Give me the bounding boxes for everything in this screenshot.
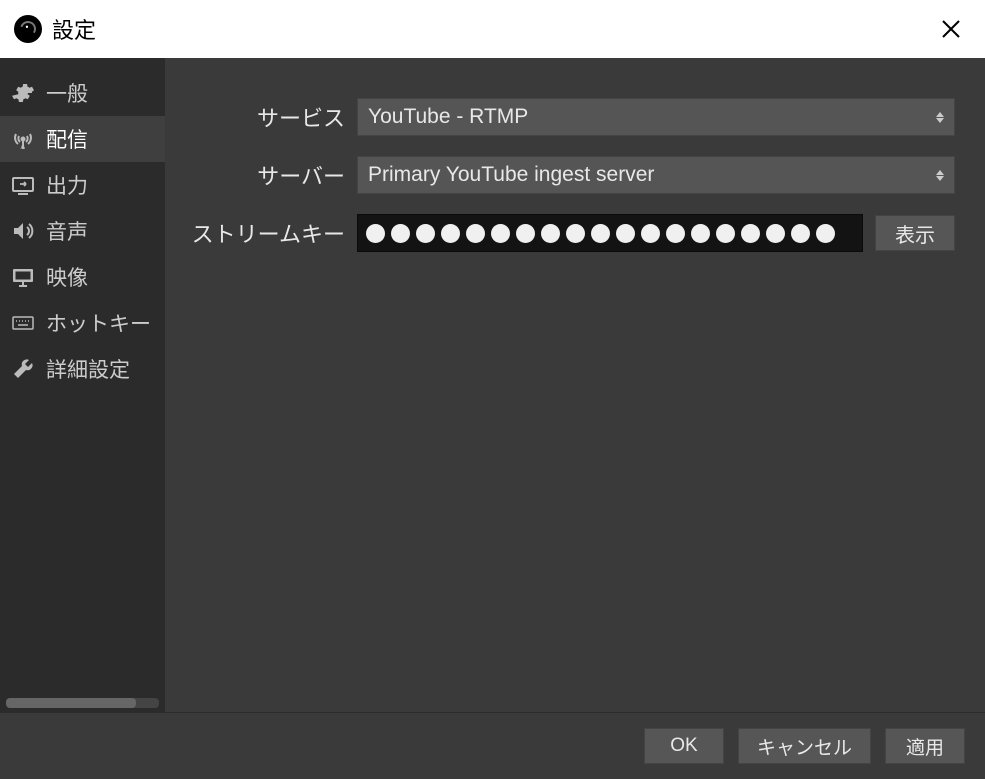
obs-logo-icon xyxy=(14,15,42,43)
sidebar-item-output[interactable]: 出力 xyxy=(0,162,165,208)
sidebar-item-label: 出力 xyxy=(46,170,88,200)
ok-button[interactable]: OK xyxy=(644,728,724,764)
password-dot xyxy=(591,224,610,243)
sidebar-item-audio[interactable]: 音声 xyxy=(0,208,165,254)
sidebar-item-advanced[interactable]: 詳細設定 xyxy=(0,346,165,392)
streamkey-label: ストリームキー xyxy=(175,217,345,249)
monitor-icon xyxy=(10,264,36,290)
title-bar: 設定 xyxy=(0,0,985,58)
password-dot xyxy=(741,224,760,243)
password-dot xyxy=(366,224,385,243)
service-value: YouTube - RTMP xyxy=(368,105,528,129)
sidebar-item-video[interactable]: 映像 xyxy=(0,254,165,300)
server-select[interactable]: Primary YouTube ingest server xyxy=(357,156,955,194)
chevron-updown-icon xyxy=(936,112,944,123)
password-dot xyxy=(816,224,835,243)
server-label: サーバー xyxy=(175,159,345,191)
content-pane: サービス YouTube - RTMP サーバー Primary YouTube… xyxy=(165,58,985,712)
password-dot xyxy=(641,224,660,243)
password-dot xyxy=(516,224,535,243)
password-dot xyxy=(716,224,735,243)
output-icon xyxy=(10,172,36,198)
password-dot xyxy=(541,224,560,243)
apply-button[interactable]: 適用 xyxy=(885,728,965,764)
footer: OK キャンセル 適用 xyxy=(0,712,985,779)
password-dot xyxy=(666,224,685,243)
sidebar: 一般 A 配信 出力 音声 映像 xyxy=(0,58,165,712)
service-select[interactable]: YouTube - RTMP xyxy=(357,98,955,136)
sidebar-item-stream[interactable]: A 配信 xyxy=(0,116,165,162)
sidebar-item-label: ホットキー xyxy=(46,308,151,338)
gear-icon xyxy=(10,80,36,106)
keyboard-icon xyxy=(10,310,36,336)
svg-text:A: A xyxy=(21,144,26,151)
sidebar-item-label: 詳細設定 xyxy=(46,354,130,384)
cancel-button[interactable]: キャンセル xyxy=(738,728,871,764)
server-value: Primary YouTube ingest server xyxy=(368,163,654,187)
sidebar-item-general[interactable]: 一般 xyxy=(0,70,165,116)
password-dot xyxy=(416,224,435,243)
password-dot xyxy=(691,224,710,243)
service-label: サービス xyxy=(175,101,345,133)
sidebar-item-hotkeys[interactable]: ホットキー xyxy=(0,300,165,346)
sidebar-item-label: 一般 xyxy=(46,78,88,108)
window-title: 設定 xyxy=(52,13,96,45)
password-dot xyxy=(566,224,585,243)
password-dot xyxy=(466,224,485,243)
antenna-icon: A xyxy=(10,126,36,152)
password-dot xyxy=(391,224,410,243)
password-dot xyxy=(791,224,810,243)
password-dot xyxy=(766,224,785,243)
sidebar-item-label: 音声 xyxy=(46,216,88,246)
show-button[interactable]: 表示 xyxy=(875,215,955,251)
sidebar-item-label: 配信 xyxy=(46,124,88,154)
chevron-updown-icon xyxy=(936,170,944,181)
password-dot xyxy=(441,224,460,243)
sidebar-scrollbar[interactable] xyxy=(6,698,159,708)
password-dot xyxy=(616,224,635,243)
speaker-icon xyxy=(10,218,36,244)
close-button[interactable] xyxy=(931,9,971,49)
close-icon xyxy=(941,19,961,39)
sidebar-item-label: 映像 xyxy=(46,262,88,292)
streamkey-input[interactable] xyxy=(357,214,863,252)
password-dot xyxy=(491,224,510,243)
wrench-icon xyxy=(10,356,36,382)
